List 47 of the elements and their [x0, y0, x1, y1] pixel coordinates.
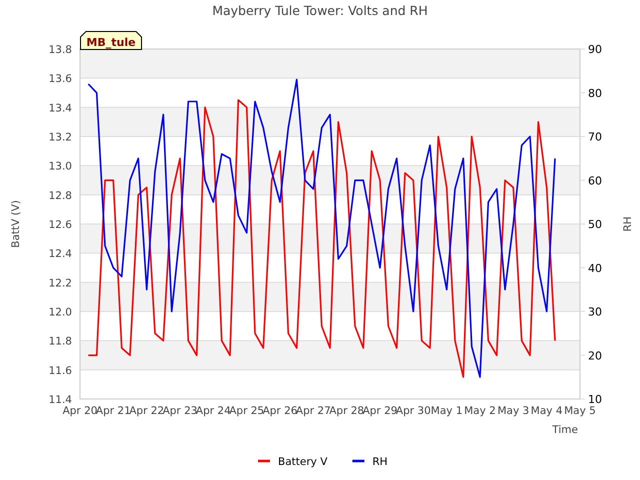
y2-tick-label: 40	[588, 262, 602, 275]
x-tick-label: Apr 27	[296, 405, 331, 417]
x-tick-label: Apr 23	[162, 405, 198, 417]
y-tick-label: 13.2	[48, 132, 72, 144]
x-axis-label: Time	[552, 424, 578, 436]
x-tick-label: Apr 29	[362, 405, 398, 417]
x-tick-label: May 4	[530, 405, 563, 417]
x-tick-label: Apr 25	[229, 405, 264, 417]
y-tick-label: 12.6	[48, 219, 72, 231]
x-tick-label: Apr 20	[62, 405, 98, 417]
y2-tick-label: 10	[588, 393, 602, 406]
legend-line-icon	[258, 460, 270, 462]
y-tick-label: 13.4	[48, 102, 72, 114]
legend-label: Battery V	[278, 456, 328, 468]
x-tick-label: Apr 22	[129, 405, 164, 417]
x-tick-label: May 5	[564, 405, 596, 417]
y-tick-label: 12.2	[48, 277, 72, 290]
x-tick-label: Apr 24	[196, 405, 231, 417]
x-tick-label: Apr 21	[96, 405, 131, 417]
legend-label: RH	[372, 456, 388, 468]
y-tick-label: 13.8	[48, 44, 72, 56]
y2-tick-label: 90	[588, 43, 602, 56]
y2-tick-label: 20	[588, 349, 602, 362]
y-tick-label: 12.8	[48, 190, 72, 202]
y-tick-label: 11.4	[48, 394, 72, 406]
x-tick-label: Apr 28	[329, 405, 364, 417]
y-axis-label: BattV (V)	[10, 200, 22, 248]
y-tick-label: 12.4	[48, 248, 72, 260]
y-tick-label: 12.0	[48, 306, 72, 318]
station-tag: MB_tule	[80, 31, 142, 50]
x-tick-label: Apr 26	[262, 405, 298, 417]
y-tick-label: 13.0	[48, 160, 72, 173]
y-tick-label: 11.6	[48, 364, 72, 377]
x-tick-label: May 2	[464, 405, 496, 417]
y2-tick-label: 80	[588, 86, 602, 100]
y2-tick-label: 50	[588, 218, 602, 231]
x-tick-label: May 3	[497, 405, 530, 417]
y-tick-label: 13.6	[48, 73, 72, 86]
legend-line-icon	[352, 460, 364, 462]
x-tick-label: May 1	[430, 405, 463, 417]
y2-axis-label: RH	[622, 216, 634, 232]
x-tick-label: Apr 30	[396, 405, 431, 417]
y-tick-label: 11.8	[48, 336, 72, 348]
y2-tick-label: 70	[588, 130, 602, 144]
y2-tick-label: 60	[588, 174, 602, 188]
chart-title: Mayberry Tule Tower: Volts and RH	[212, 3, 428, 18]
y2-tick-label: 30	[588, 306, 602, 318]
